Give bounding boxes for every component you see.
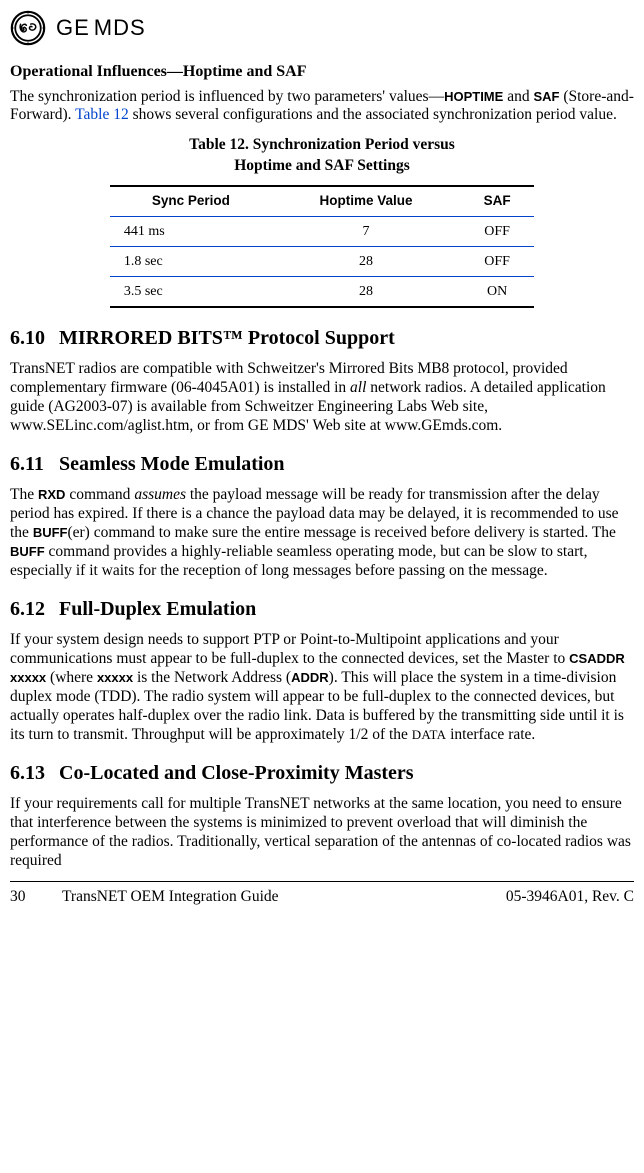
page-footer: 30 TransNET OEM Integration Guide 05-394…: [10, 882, 634, 917]
table-sync-period: Sync Period Hoptime Value SAF 441 ms 7 O…: [110, 185, 534, 308]
ge-monogram-icon: [10, 10, 46, 46]
term-rxd: RXD: [38, 487, 65, 502]
section-number: 6.13: [10, 761, 54, 785]
table-row: 1.8 sec 28 OFF: [110, 246, 534, 276]
term-buff: BUFF: [33, 525, 68, 540]
section-number: 6.10: [10, 326, 54, 350]
text: If your system design needs to support P…: [10, 631, 569, 667]
col-sync-period: Sync Period: [110, 186, 272, 216]
text: shows several configurations and the ass…: [129, 106, 617, 123]
text: command: [65, 486, 134, 503]
col-saf: SAF: [460, 186, 534, 216]
text: (er) command to make sure the entire mes…: [67, 524, 615, 541]
cell: 441 ms: [110, 216, 272, 246]
link-table-12[interactable]: Table 12: [75, 106, 129, 123]
footer-title: TransNET OEM Integration Guide: [62, 888, 454, 907]
brand-mds: MDS: [94, 15, 146, 40]
table-row: 441 ms 7 OFF: [110, 216, 534, 246]
header-logo: GEMDS: [10, 10, 634, 46]
caption-line-1: Table 12. Synchronization Period versus: [189, 136, 455, 153]
heading-6-13: 6.13 Co-Located and Close-Proximity Mast…: [10, 761, 634, 785]
intro-paragraph: The synchronization period is influenced…: [10, 88, 634, 126]
section-number: 6.11: [10, 452, 54, 476]
page-number: 30: [10, 888, 62, 907]
footer-docnum: 05-3946A01, Rev. C: [454, 888, 634, 907]
text: and: [503, 88, 533, 105]
term-buff: BUFF: [10, 544, 45, 559]
cell: 7: [272, 216, 460, 246]
emphasis-all: all: [350, 379, 366, 396]
term-saf: SAF: [533, 89, 559, 104]
cell: 1.8 sec: [110, 246, 272, 276]
term-data: DATA: [412, 727, 446, 742]
emphasis-assumes: assumes: [134, 486, 186, 503]
cell: 28: [272, 276, 460, 307]
heading-6-10: 6.10 MIRRORED BITS™ Protocol Support: [10, 326, 634, 350]
paragraph-6-11: The RXD command assumes the payload mess…: [10, 486, 634, 581]
heading-6-12: 6.12 Full-Duplex Emulation: [10, 597, 634, 621]
text: is the Network Address (: [133, 669, 291, 686]
term-hoptime: HOPTIME: [444, 89, 503, 104]
paragraph-6-10: TransNET radios are compatible with Schw…: [10, 360, 634, 436]
caption-line-2: Hoptime and SAF Settings: [234, 157, 410, 174]
cell: 28: [272, 246, 460, 276]
section-title: Seamless Mode Emulation: [59, 453, 285, 475]
term-xxxxx: xxxxx: [97, 670, 133, 685]
text: interface rate.: [446, 726, 535, 743]
text: (where: [46, 669, 97, 686]
section-number: 6.12: [10, 597, 54, 621]
section-title: Full-Duplex Emulation: [59, 598, 256, 620]
text: The synchronization period is influenced…: [10, 88, 444, 105]
paragraph-6-13: If your requirements call for multiple T…: [10, 795, 634, 871]
cell: OFF: [460, 216, 534, 246]
section-title: MIRRORED BITS™ Protocol Support: [59, 327, 395, 349]
term-addr: ADDR: [291, 670, 329, 685]
table-row: 3.5 sec 28 ON: [110, 276, 534, 307]
section-title: Co-Located and Close-Proximity Masters: [59, 762, 414, 784]
subheading-operational-influences: Operational Influences—Hoptime and SAF: [10, 62, 634, 82]
text: The: [10, 486, 38, 503]
table-caption: Table 12. Synchronization Period versus …: [10, 135, 634, 177]
heading-6-11: 6.11 Seamless Mode Emulation: [10, 452, 634, 476]
text: command provides a highly-reliable seaml…: [10, 543, 587, 579]
brand-text: GEMDS: [56, 15, 146, 42]
col-hoptime-value: Hoptime Value: [272, 186, 460, 216]
cell: OFF: [460, 246, 534, 276]
paragraph-6-12: If your system design needs to support P…: [10, 631, 634, 744]
cell: 3.5 sec: [110, 276, 272, 307]
brand-ge: GE: [56, 15, 90, 40]
cell: ON: [460, 276, 534, 307]
